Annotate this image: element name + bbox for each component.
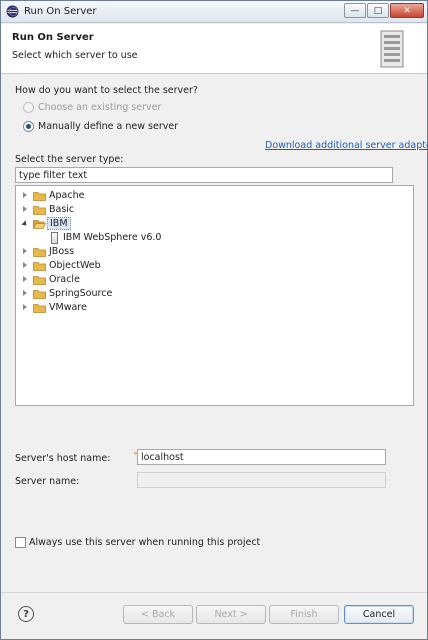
- banner-subtitle: Select which server to use: [12, 50, 138, 61]
- server-type-label: Select the server type:: [15, 154, 124, 165]
- tree-item-label: Apache: [49, 190, 85, 201]
- folder-icon: [33, 304, 46, 313]
- finish-button[interactable]: Finish: [269, 605, 339, 624]
- tree-item-label: Oracle: [49, 274, 80, 285]
- expand-icon[interactable]: [23, 248, 27, 254]
- expand-icon[interactable]: [23, 304, 27, 310]
- folder-icon: [33, 192, 46, 201]
- host-name-label: Server's host name:: [15, 453, 111, 464]
- server-icon: [51, 232, 58, 244]
- tree-item-label: SpringSource: [49, 288, 113, 299]
- server-name-label: Server name:: [15, 476, 80, 487]
- tree-item-label: VMware: [49, 302, 87, 313]
- server-name-input[interactable]: [137, 472, 386, 488]
- host-name-input[interactable]: localhost: [137, 449, 386, 465]
- folder-icon: [33, 276, 46, 285]
- next-button[interactable]: Next >: [196, 605, 266, 624]
- collapse-icon[interactable]: [21, 220, 29, 228]
- radio-manual-server-label: Manually define a new server: [38, 121, 179, 132]
- server-tower-icon: [380, 30, 404, 68]
- server-type-tree[interactable]: Apache Basic IBM IBM WebSphere v6.0 JBos…: [15, 185, 414, 406]
- radio-manual-server[interactable]: [23, 121, 34, 132]
- tree-item-label: IBM WebSphere v6.0: [63, 232, 162, 243]
- tree-item-ibm-websphere-v6[interactable]: IBM WebSphere v6.0: [16, 231, 413, 245]
- tree-item-apache[interactable]: Apache: [16, 189, 413, 203]
- folder-icon: [33, 290, 46, 299]
- tree-item-label: ObjectWeb: [49, 260, 101, 271]
- cancel-button[interactable]: Cancel: [344, 605, 414, 624]
- run-on-server-dialog: Run On Server — □ ✕ Run On Server Select…: [0, 0, 428, 640]
- expand-icon[interactable]: [23, 290, 27, 296]
- selection-question: How do you want to select the server?: [15, 85, 198, 96]
- radio-existing-server[interactable]: [23, 102, 34, 113]
- expand-icon[interactable]: [23, 192, 27, 198]
- title-bar[interactable]: Run On Server — □ ✕: [1, 1, 427, 23]
- tree-item-jboss[interactable]: JBoss: [16, 245, 413, 259]
- expand-icon[interactable]: [23, 206, 27, 212]
- close-button[interactable]: ✕: [390, 3, 424, 18]
- tree-item-objectweb[interactable]: ObjectWeb: [16, 259, 413, 273]
- minimize-button[interactable]: —: [344, 3, 366, 18]
- window-title: Run On Server: [24, 6, 97, 17]
- radio-existing-server-label: Choose an existing server: [38, 102, 162, 113]
- download-adapters-link[interactable]: Download additional server adapters: [265, 140, 428, 151]
- filter-input[interactable]: type filter text: [15, 167, 393, 183]
- tree-item-oracle[interactable]: Oracle: [16, 273, 413, 287]
- banner-title: Run On Server: [12, 32, 94, 43]
- folder-icon: [33, 248, 46, 257]
- tree-item-basic[interactable]: Basic: [16, 203, 413, 217]
- tree-item-springsource[interactable]: SpringSource: [16, 287, 413, 301]
- always-use-checkbox[interactable]: [15, 537, 26, 548]
- folder-icon: [33, 262, 46, 271]
- tree-item-vmware[interactable]: VMware: [16, 301, 413, 315]
- wizard-banner: Run On Server Select which server to use: [1, 24, 427, 74]
- folder-icon: [33, 206, 46, 215]
- back-button[interactable]: < Back: [123, 605, 193, 624]
- always-use-label: Always use this server when running this…: [29, 537, 261, 548]
- expand-icon[interactable]: [23, 276, 27, 282]
- tree-item-ibm[interactable]: IBM: [16, 217, 413, 231]
- tree-item-label: IBM: [47, 217, 71, 230]
- footer-divider: [1, 592, 427, 593]
- expand-icon[interactable]: [23, 262, 27, 268]
- tree-item-label: JBoss: [49, 246, 75, 257]
- eclipse-icon: [6, 5, 19, 18]
- tree-item-label: Basic: [49, 204, 75, 215]
- help-icon[interactable]: ?: [18, 606, 34, 622]
- maximize-button[interactable]: □: [367, 3, 389, 18]
- open-folder-icon: [33, 220, 46, 229]
